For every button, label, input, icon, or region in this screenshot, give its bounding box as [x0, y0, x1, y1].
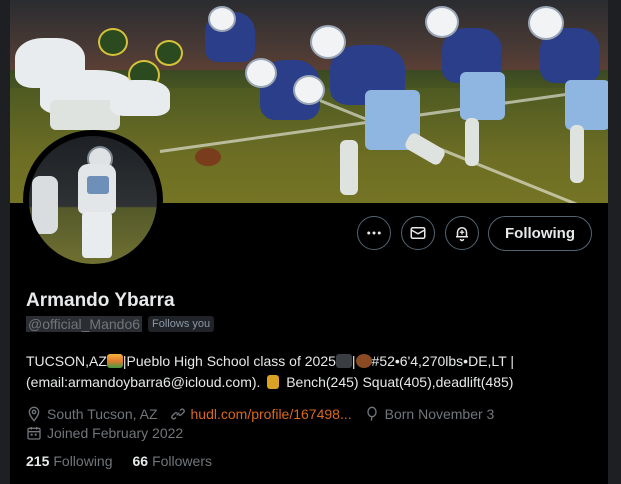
- followers-label: Followers: [152, 453, 212, 469]
- message-button[interactable]: [401, 216, 435, 250]
- following-button[interactable]: Following: [488, 216, 592, 251]
- player-helmet: [208, 6, 236, 32]
- follows-you-badge: Follows you: [148, 316, 215, 332]
- website-item[interactable]: hudl.com/profile/167498...: [170, 406, 352, 422]
- display-name: Armando Ybarra: [26, 290, 175, 311]
- player-helmet: [98, 28, 128, 56]
- envelope-icon: [410, 227, 426, 239]
- birthday-text: Born November 3: [384, 405, 495, 422]
- calendar-icon: [27, 426, 41, 440]
- player-figure: [460, 72, 505, 120]
- link-icon: [170, 407, 185, 420]
- profile-meta: South Tucson, AZ hudl.com/profile/167498…: [26, 404, 506, 442]
- weightlifter-emoji-icon: [267, 375, 280, 389]
- bio-school-text: |Pueblo High School class of 2025: [122, 353, 336, 369]
- player-helmet: [425, 6, 459, 38]
- joined-text: Joined February 2022: [47, 424, 184, 441]
- user-handle: @official_Mando6: [26, 316, 143, 332]
- profile-avatar[interactable]: [26, 133, 160, 267]
- following-count-link[interactable]: 215 Following: [26, 453, 113, 469]
- graduation-cap-emoji-icon: [335, 354, 352, 368]
- player-figure: [340, 140, 358, 195]
- more-options-button[interactable]: [357, 216, 391, 250]
- joined-item: Joined February 2022: [26, 425, 183, 441]
- player-helmet: [245, 58, 277, 88]
- follow-counts: 215 Following 66 Followers: [26, 453, 212, 469]
- avatar-photo: [29, 136, 157, 264]
- player-helmet: [528, 6, 564, 40]
- background-player: [32, 176, 58, 234]
- bio-email-text: (email:armandoybarra6@icloud.com).: [26, 374, 261, 390]
- player-figure: [465, 118, 479, 166]
- website-link[interactable]: hudl.com/profile/167498...: [191, 406, 352, 422]
- birthday-item: Born November 3: [364, 405, 495, 422]
- location-item: South Tucson, AZ: [26, 406, 158, 422]
- profile-bio: TUCSON,AZ |Pueblo High School class of 20…: [26, 351, 586, 393]
- following-count: 215: [26, 453, 50, 469]
- bell-plus-icon: [456, 227, 468, 242]
- player-helmet: [293, 75, 325, 105]
- right-window-frame: [608, 0, 621, 484]
- handle-row: @official_Mando6 Follows you: [26, 316, 215, 332]
- followers-count: 66: [132, 453, 149, 469]
- left-window-frame: [0, 0, 10, 484]
- bio-separator: |: [351, 353, 356, 369]
- balloon-icon: [366, 406, 377, 421]
- bio-stats-text: #52•6'4,270lbs•DE,LT |: [371, 353, 514, 369]
- location-pin-icon: [28, 406, 40, 422]
- avatar-jersey-number: [87, 176, 109, 194]
- notifications-button[interactable]: [445, 216, 479, 250]
- player-helmet: [155, 40, 183, 66]
- player-figure: [110, 80, 170, 116]
- player-helmet: [310, 25, 346, 59]
- football-emoji-icon: [355, 354, 372, 368]
- more-horizontal-icon: [367, 231, 381, 235]
- player-figure: [565, 80, 608, 130]
- player-figure: [570, 125, 584, 183]
- location-text: South Tucson, AZ: [47, 405, 158, 422]
- bio-location-text: TUCSON,AZ: [26, 353, 107, 369]
- followers-count-link[interactable]: 66 Followers: [133, 453, 212, 469]
- following-label: Following: [53, 453, 113, 469]
- bio-lifts-text: Bench(245) Squat(405),deadlift(485): [286, 374, 514, 390]
- football: [195, 148, 221, 166]
- avatar-pants: [82, 212, 112, 258]
- cactus-sunset-emoji-icon: [106, 354, 123, 368]
